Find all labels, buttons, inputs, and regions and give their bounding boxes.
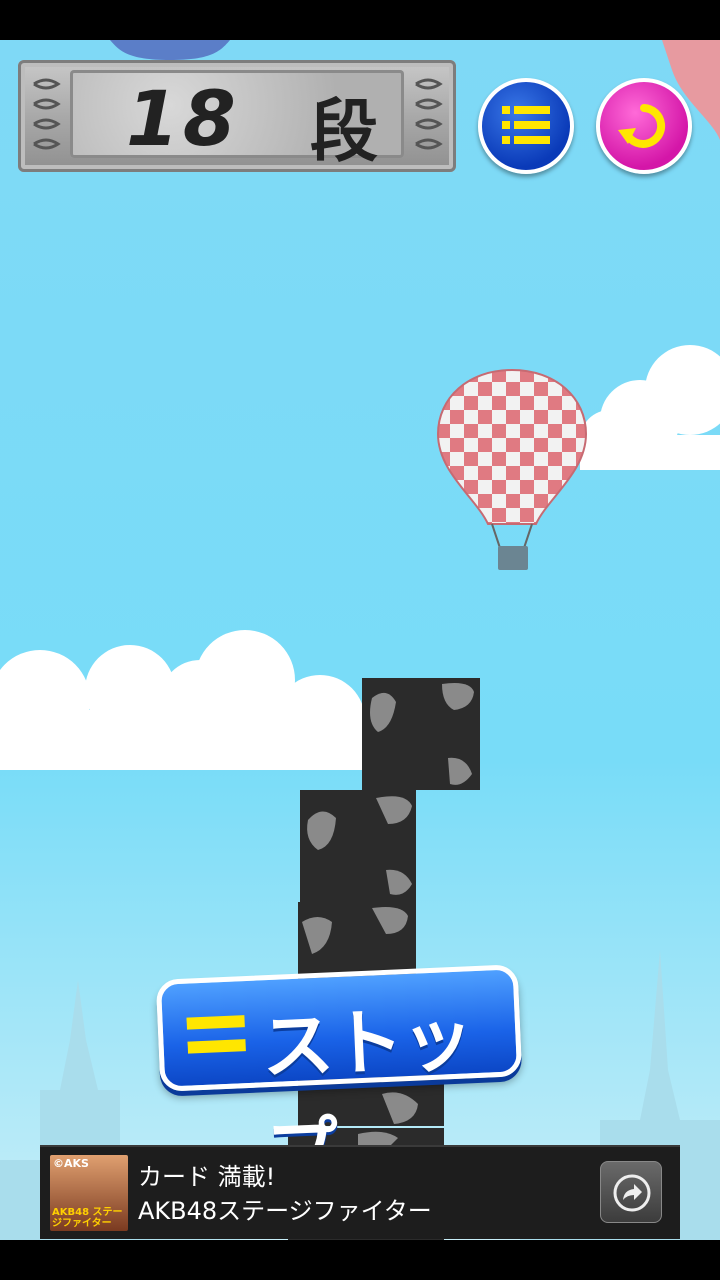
hot-air-balloon bbox=[436, 368, 588, 570]
retry-icon bbox=[618, 104, 666, 148]
share-arrow-icon bbox=[613, 1174, 651, 1212]
menu-button[interactable] bbox=[478, 78, 574, 174]
ad-thumbnail[interactable]: ©AKS AKB48 ステージファイター bbox=[50, 1155, 128, 1231]
ad-headline: カード 満載! bbox=[138, 1163, 276, 1191]
score-unit: 段 bbox=[310, 93, 379, 172]
tower-block-falling bbox=[362, 678, 480, 790]
hot-air-balloon-top-left bbox=[110, 40, 230, 60]
list-icon bbox=[502, 106, 550, 144]
score-value: 18 bbox=[126, 74, 240, 163]
ad-thumb-caption: AKB48 ステージファイター bbox=[52, 1207, 123, 1229]
game-screen[interactable]: 18 段 ストップ bbox=[0, 40, 720, 1240]
navigation-bar bbox=[0, 1240, 720, 1280]
ad-title: AKB48ステージファイター bbox=[138, 1197, 432, 1225]
cloud-left bbox=[0, 630, 380, 770]
tower-block bbox=[300, 790, 416, 902]
stop-button[interactable]: ストップ bbox=[155, 964, 523, 1194]
retry-button[interactable] bbox=[596, 78, 692, 174]
status-bar bbox=[0, 0, 720, 40]
ad-open-button[interactable] bbox=[600, 1161, 662, 1223]
cloud-right bbox=[580, 345, 720, 470]
score-panel: 18 段 bbox=[18, 60, 456, 172]
ornament-left-icon bbox=[33, 78, 61, 150]
stop-lines-icon bbox=[186, 1015, 246, 1054]
ad-thumb-brand: ©AKS bbox=[53, 1157, 89, 1170]
ornament-right-icon bbox=[415, 78, 443, 150]
ad-banner[interactable]: ©AKS AKB48 ステージファイター カード 満載! AKB48ステージファ… bbox=[40, 1145, 680, 1239]
